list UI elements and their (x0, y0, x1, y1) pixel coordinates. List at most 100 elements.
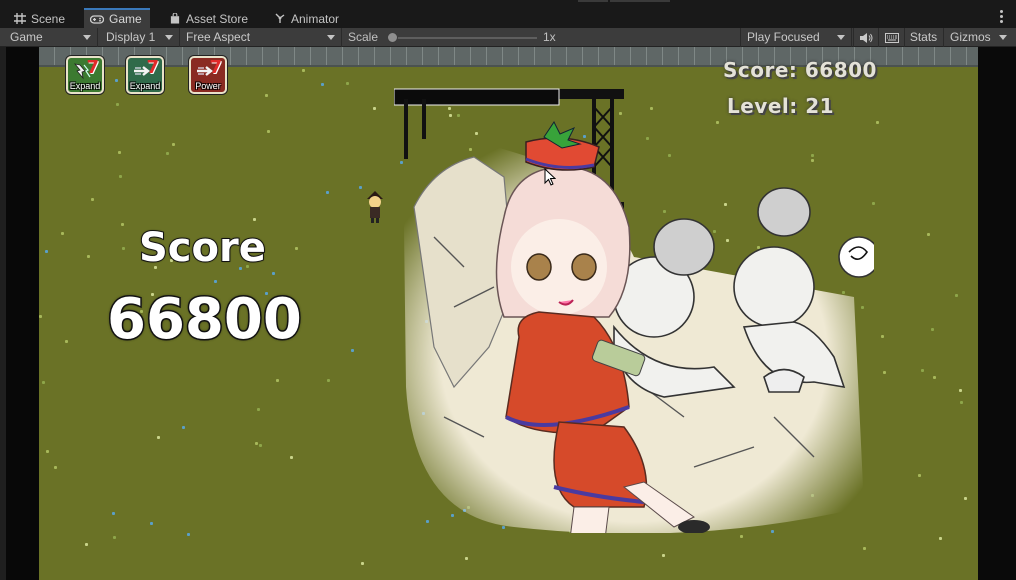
tab-game-label: Game (109, 12, 142, 26)
grass-speck (172, 143, 175, 146)
more-options-icon[interactable] (1000, 10, 1004, 24)
game-viewport[interactable]: 7 Expand 7 Expand 7 Power Score: 66800 L… (0, 47, 1016, 580)
big-score-label: Score (138, 224, 267, 272)
grass-speck (290, 456, 293, 459)
grid-icon (14, 13, 26, 24)
grass-speck (295, 247, 298, 250)
powerup-label: Expand (129, 81, 161, 91)
chevron-down-icon (83, 35, 91, 40)
mouse-cursor-icon (544, 168, 556, 186)
hud-score: Score: 66800 (723, 58, 877, 82)
grass-speck (157, 436, 160, 439)
powerup-expand-badge: 7 Expand (66, 56, 104, 94)
grass-speck (259, 444, 262, 447)
grass-speck (187, 533, 190, 536)
tab-animator[interactable]: Animator (268, 9, 347, 28)
powerup-count: 7 (86, 57, 99, 78)
grass-speck (182, 426, 185, 429)
grass-speck (65, 340, 68, 343)
grass-speck (214, 280, 217, 283)
grass-speck (45, 250, 48, 253)
grass-speck (927, 233, 930, 236)
animator-icon (275, 13, 285, 23)
grass-speck (257, 408, 260, 411)
grass-speck (351, 349, 354, 352)
aspect-select-value: Free Aspect (186, 30, 251, 44)
grass-speck (359, 186, 362, 189)
tab-asset-store[interactable]: Asset Store (163, 9, 256, 28)
grass-speck (150, 522, 153, 525)
grass-speck (326, 191, 329, 194)
play-mode-value: Play Focused (747, 30, 820, 44)
display-select-dropdown[interactable]: Display 1 (100, 28, 180, 47)
grass-speck (272, 272, 275, 275)
grass-speck (740, 535, 743, 538)
powerup-label: Expand (69, 81, 101, 91)
grass-speck (116, 103, 119, 106)
grass-speck (373, 107, 376, 110)
grass-speck (465, 557, 468, 560)
play-mode-dropdown[interactable]: Play Focused (740, 28, 852, 47)
big-score-value: 66800 (106, 286, 304, 354)
stats-label: Stats (909, 30, 938, 44)
game-view-toolbar: Game Display 1 Free Aspect Scale 1x Play… (0, 28, 1016, 47)
grass-speck (54, 466, 57, 469)
mute-audio-button[interactable] (853, 28, 877, 47)
grass-speck (61, 232, 64, 235)
grass-speck (42, 381, 45, 384)
gizmos-dropdown[interactable]: Gizmos (943, 28, 1013, 47)
grass-speck (346, 82, 349, 85)
grass-speck (931, 328, 934, 331)
grass-speck (85, 543, 88, 546)
grass-speck (960, 401, 963, 404)
tab-animator-label: Animator (291, 11, 340, 26)
grass-speck (122, 247, 125, 250)
grass-speck (662, 554, 665, 557)
grass-speck (113, 536, 116, 539)
grass-speck (302, 69, 305, 72)
grass-speck (121, 223, 124, 226)
grass-speck (933, 376, 936, 379)
keyboard-button[interactable] (878, 28, 904, 47)
grass-speck (119, 175, 122, 178)
view-select-dropdown[interactable]: Game (4, 28, 98, 47)
hud-level: Level: 21 (727, 94, 835, 118)
grass-speck (939, 537, 942, 540)
display-select-value: Display 1 (106, 30, 156, 44)
powerup-count: 7 (146, 57, 159, 78)
grass-speck (863, 547, 866, 550)
grass-speck (321, 83, 324, 86)
tab-asset-store-label: Asset Store (186, 11, 249, 26)
grass-speck (921, 369, 924, 372)
stats-button[interactable]: Stats (904, 28, 942, 47)
grass-speck (46, 450, 49, 453)
grass-speck (964, 497, 967, 500)
shopping-bag-icon (170, 13, 180, 24)
scale-value: 1x (543, 30, 556, 44)
grass-speck (327, 379, 330, 382)
grass-speck (255, 442, 258, 445)
tab-scene[interactable]: Scene (8, 9, 73, 28)
chevron-down-icon (327, 35, 335, 40)
aspect-select-dropdown[interactable]: Free Aspect (180, 28, 342, 47)
grass-speck (918, 474, 921, 477)
scale-slider-track[interactable] (393, 37, 537, 39)
game-canvas[interactable]: 7 Expand 7 Expand 7 Power Score: 66800 L… (39, 47, 978, 580)
tab-game[interactable]: Game (84, 8, 150, 28)
grass-speck (276, 379, 279, 382)
grass-speck (166, 152, 169, 155)
chevron-down-icon (837, 35, 845, 40)
grass-speck (115, 79, 118, 82)
speaker-icon (859, 33, 872, 43)
scale-slider-handle[interactable] (387, 32, 398, 43)
grass-speck (959, 389, 962, 392)
grass-speck (112, 512, 115, 515)
grass-speck (265, 94, 268, 97)
grass-speck (876, 121, 879, 124)
letterbox-left (6, 47, 39, 580)
keyboard-icon (884, 33, 899, 43)
grass-speck (39, 315, 42, 318)
grass-speck (883, 371, 886, 374)
powerup-power-badge: 7 Power (189, 56, 227, 94)
grass-speck (267, 130, 270, 133)
